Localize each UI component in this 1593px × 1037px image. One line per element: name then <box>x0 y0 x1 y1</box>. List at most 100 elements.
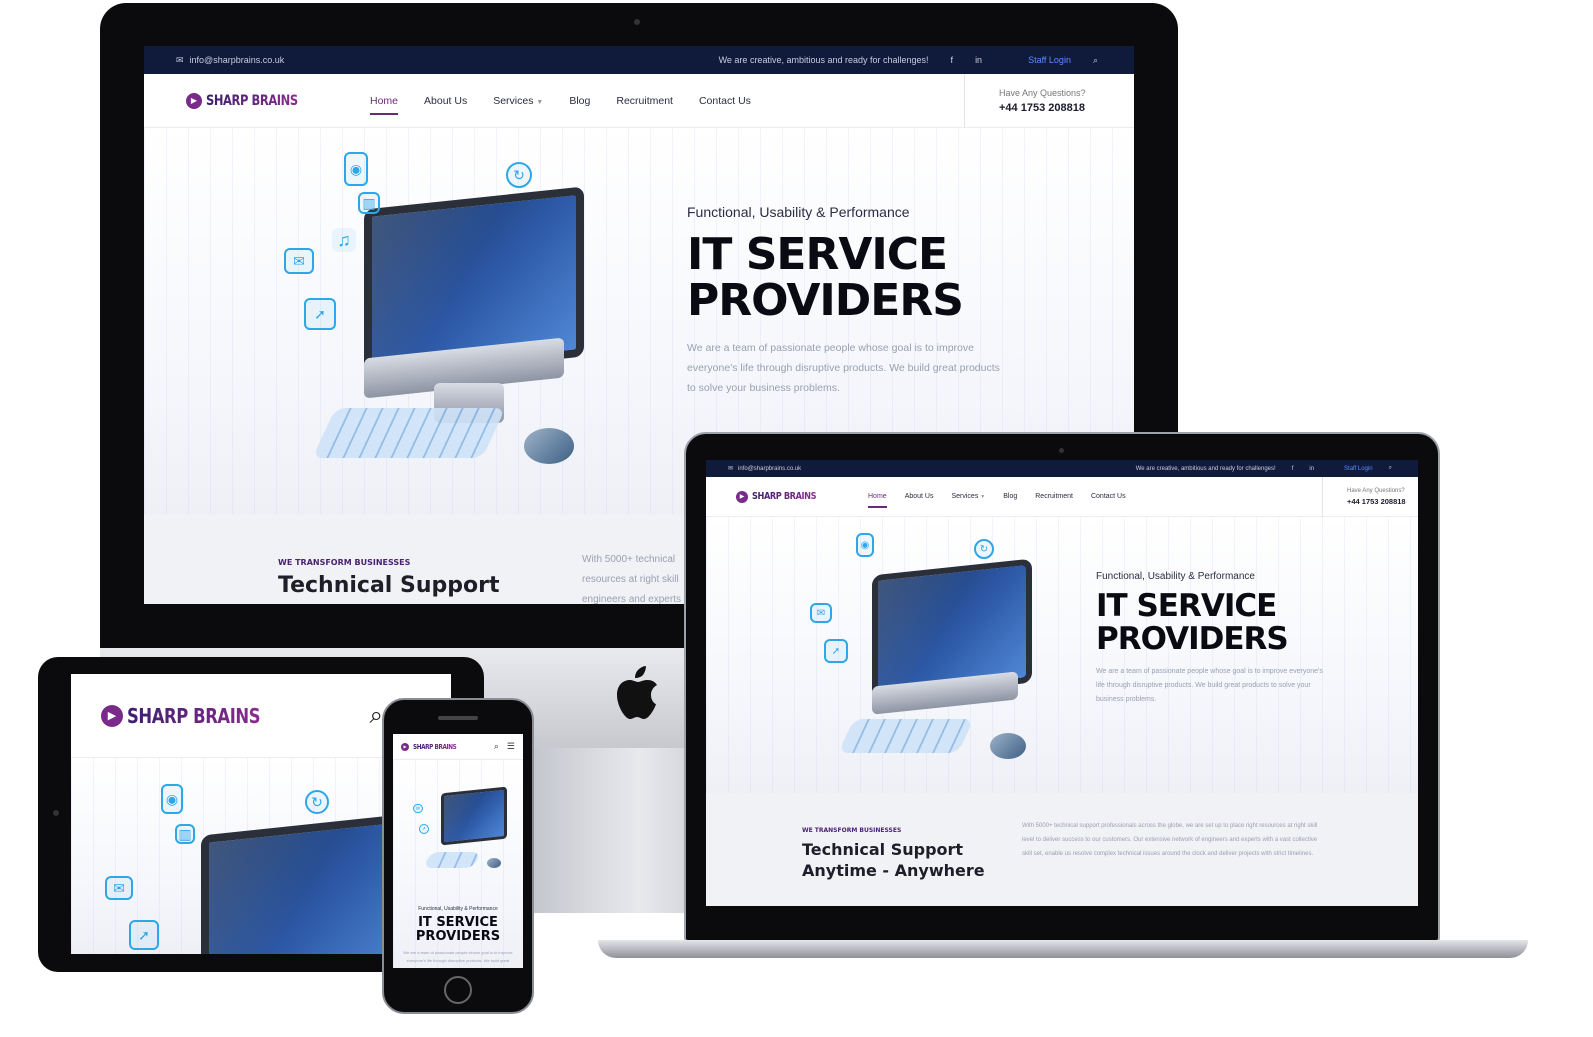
hero-title-line1: IT SERVICE <box>687 229 948 280</box>
logo-play-icon: ▶ <box>401 742 409 751</box>
menu-contact[interactable]: Contact Us <box>699 95 751 107</box>
main-menu: Home About Us Services ▼ Blog Recruitmen… <box>868 493 1322 508</box>
imac-navbar: ▶ SHARP BRAINS Home About Us Services ▼ … <box>144 73 1134 128</box>
laptop-hero: ◉ ✉ ➚ ↻ Functional, Usability & Performa… <box>706 517 1418 793</box>
phone-hero: ✉ ➚ Functional, Usability & Performance … <box>393 760 523 968</box>
speaker-icon: ◉ <box>161 784 183 814</box>
hero-kicker: Functional, Usability & Performance <box>1096 571 1255 582</box>
facebook-icon[interactable]: f <box>1292 466 1294 472</box>
menu-icon[interactable]: ☰ <box>507 741 515 752</box>
email-icon: ✉ <box>176 54 184 65</box>
menu-services[interactable]: Services ▼ <box>493 95 543 107</box>
hero-computer-illustration: ✉ ➚ <box>413 774 513 884</box>
hero-kicker: Functional, Usability & Performance <box>418 906 498 912</box>
keyboard <box>312 408 506 458</box>
phone-home-button[interactable] <box>444 976 472 1004</box>
email-float-icon: ✉ <box>105 876 133 900</box>
menu-services-label: Services <box>493 94 534 107</box>
linkedin-icon[interactable]: in <box>975 55 982 65</box>
logo-text: SHARP BRAINS <box>206 92 298 109</box>
menu-recruitment[interactable]: Recruitment <box>616 95 673 107</box>
imac-camera <box>634 19 640 25</box>
chevron-down-icon: ▼ <box>536 98 544 106</box>
search-icon[interactable]: ⌕ <box>1093 55 1098 66</box>
phone-speaker <box>438 716 478 720</box>
contact-phone[interactable]: +44 1753 208818 <box>999 102 1086 114</box>
cursor-icon: ➚ <box>129 920 159 950</box>
laptop-device: ✉ info@sharpbrains.co.uk We are creative… <box>598 432 1528 967</box>
menu-blog[interactable]: Blog <box>1003 493 1017 500</box>
hero-desc: We are a team of passionate people whose… <box>687 342 1000 395</box>
band-title-line1: Technical Support <box>802 840 964 859</box>
topbar-email[interactable]: info@sharpbrains.co.uk <box>190 55 285 65</box>
band-kicker: WE TRANSFORM BUSINESSES <box>802 827 902 834</box>
topbar-tagline: We are creative, ambitious and ready for… <box>718 55 929 65</box>
hero-title-line1: IT SERVICE <box>418 915 498 930</box>
band-left: WE TRANSFORM BUSINESSES Technical Suppor… <box>802 827 985 880</box>
mouse <box>487 858 501 868</box>
laptop-band: WE TRANSFORM BUSINESSES Technical Suppor… <box>706 793 1418 906</box>
logo[interactable]: ▶ SHARP BRAINS <box>186 92 370 109</box>
mouse <box>524 428 574 464</box>
search-icon[interactable]: ⌕ <box>370 702 383 730</box>
header-contact: Have Any Questions? +44 1753 208818 <box>964 73 1086 128</box>
staff-login-link[interactable]: Staff Login <box>1028 55 1071 65</box>
hero-title-line2: PROVIDERS <box>1096 620 1289 657</box>
refresh-icon: ↻ <box>506 162 532 188</box>
mouse <box>990 733 1026 759</box>
logo-play-icon: ▶ <box>736 490 748 503</box>
topbar-tagline: We are creative, ambitious and ready for… <box>1135 465 1276 472</box>
logo[interactable]: ▶ SHARP BRAINS <box>401 742 466 751</box>
menu-recruitment[interactable]: Recruitment <box>1035 493 1073 500</box>
linkedin-icon[interactable]: in <box>1309 466 1314 472</box>
contact-question: Have Any Questions? <box>1347 487 1405 494</box>
logo[interactable]: ▶ SHARP BRAINS <box>736 490 868 503</box>
hero-content: Functional, Usability & Performance IT S… <box>1096 571 1336 707</box>
phone-navbar: ▶ SHARP BRAINS ⌕ ☰ <box>393 734 523 760</box>
laptop-topbar: ✉ info@sharpbrains.co.uk We are creative… <box>706 460 1418 477</box>
menu-contact[interactable]: Contact Us <box>1091 493 1126 500</box>
keyboard <box>838 719 974 753</box>
band-left: WE TRANSFORM BUSINESSES Technical Suppor… <box>278 558 499 598</box>
hero-title-line2: PROVIDERS <box>415 928 501 944</box>
search-icon[interactable]: ⌕ <box>1389 465 1392 472</box>
facebook-icon[interactable]: f <box>951 55 954 65</box>
logo-text: SHARP BRAINS <box>413 742 457 751</box>
staff-login-link[interactable]: Staff Login <box>1344 466 1373 472</box>
keyboard <box>423 852 481 868</box>
hero-title: IT SERVICE PROVIDERS <box>687 229 1017 327</box>
band-kicker: WE TRANSFORM BUSINESSES <box>278 558 411 567</box>
menu-home[interactable]: Home <box>868 493 887 508</box>
speaker-icon: ◉ <box>856 533 874 557</box>
topbar-email[interactable]: info@sharpbrains.co.uk <box>738 466 801 472</box>
menu-about[interactable]: About Us <box>424 95 467 107</box>
menu-services[interactable]: Services ▼ <box>951 493 985 500</box>
laptop-base <box>598 940 1528 958</box>
menu-blog[interactable]: Blog <box>569 95 590 107</box>
band-title-line2: Anytime - Anywhere <box>802 861 985 880</box>
email-float-icon: ✉ <box>284 248 314 274</box>
hero-computer-illustration: ◉ ✉ ➚ ↻ <box>806 533 1046 773</box>
imac-topbar: ✉ info@sharpbrains.co.uk We are creative… <box>144 46 1134 74</box>
phone-screen: ▶ SHARP BRAINS ⌕ ☰ ✉ ➚ Functional, Usabi… <box>393 734 523 968</box>
hero-title-line1: IT SERVICE <box>1096 588 1277 624</box>
search-icon[interactable]: ⌕ <box>494 741 499 752</box>
chart-icon: ▥ <box>358 192 380 214</box>
contact-phone[interactable]: +44 1753 208818 <box>1347 497 1406 506</box>
hero-desc: We are a team of passionate people whose… <box>1096 668 1323 704</box>
logo-play-icon: ▶ <box>101 704 123 727</box>
hero-title: IT SERVICE PROVIDERS <box>1096 590 1336 655</box>
hero-title-line2: PROVIDERS <box>687 275 964 327</box>
logo-text: SHARP BRAINS <box>752 491 817 502</box>
menu-home[interactable]: Home <box>370 95 399 115</box>
cursor-icon: ➚ <box>824 639 848 663</box>
main-menu: Home About Us Services ▼ Blog Recruitmen… <box>370 95 964 115</box>
header-contact: Have Any Questions? +44 1753 208818 <box>1322 476 1406 517</box>
logo[interactable]: ▶ SHARP BRAINS <box>101 704 289 728</box>
band-desc: With 5000+ technical support professiona… <box>1022 823 1318 857</box>
email-icon: ✉ <box>728 466 734 472</box>
menu-about[interactable]: About Us <box>905 493 934 500</box>
hero-title: IT SERVICE PROVIDERS <box>393 916 523 943</box>
hero-computer-illustration: ◉ ✉ ➚ ↻ ♫ ▥ <box>274 148 614 488</box>
phone-nav-actions: ⌕ ☰ <box>494 741 515 752</box>
